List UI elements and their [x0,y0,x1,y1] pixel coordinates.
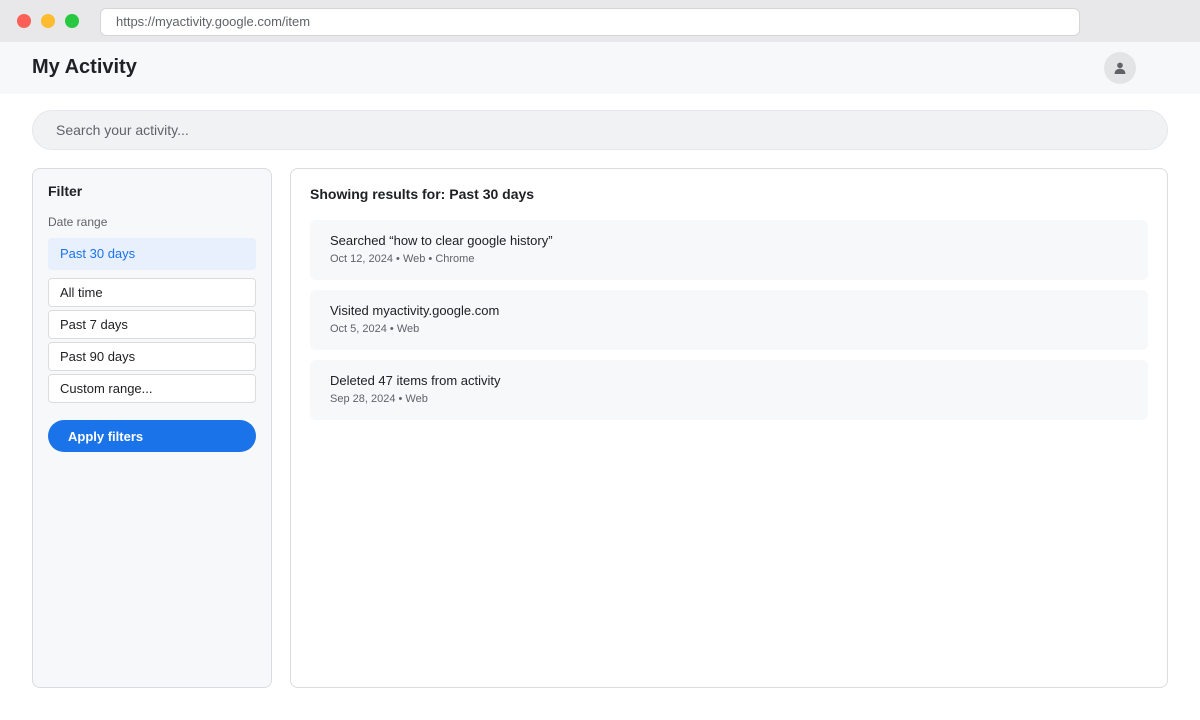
results-heading: Showing results for: Past 30 days [310,186,535,202]
address-bar[interactable]: https://myactivity.google.com/item [100,8,1080,36]
date-range-option-past-90-days[interactable]: Past 90 days [48,342,256,371]
activity-meta: Oct 5, 2024 • Web [330,323,420,335]
app-header: My Activity [0,42,1200,94]
browser-toolbar: https://myactivity.google.com/item [0,0,1200,42]
activity-meta: Oct 12, 2024 • Web • Chrome [330,253,475,265]
activity-title: Deleted 47 items from activity [330,373,501,388]
minimize-window-button[interactable] [41,14,55,28]
person-icon [1114,62,1126,74]
date-range-option-custom[interactable]: Custom range... [48,374,256,403]
close-window-button[interactable] [17,14,31,28]
activity-item[interactable]: Visited myactivity.google.com Oct 5, 202… [310,290,1148,350]
date-range-option-past-7-days[interactable]: Past 7 days [48,310,256,339]
filter-panel: Filter Date range Past 30 days All time … [32,168,272,688]
activity-meta: Sep 28, 2024 • Web [330,393,428,405]
activity-item[interactable]: Searched “how to clear google history” O… [310,220,1148,280]
search-bar [32,110,1168,150]
activity-title: Visited myactivity.google.com [330,303,500,318]
date-range-option-all-time[interactable]: All time [48,278,256,307]
maximize-window-button[interactable] [65,14,79,28]
date-range-label: Date range [48,215,108,229]
activity-title: Searched “how to clear google history” [330,233,553,248]
page-title: My Activity [32,56,137,78]
filter-title: Filter [48,183,83,199]
search-input[interactable] [33,111,1167,149]
results-panel: Showing results for: Past 30 days Search… [290,168,1168,688]
date-range-option-selected[interactable]: Past 30 days [48,238,256,270]
apply-filters-button[interactable]: Apply filters [48,420,256,452]
activity-item[interactable]: Deleted 47 items from activity Sep 28, 2… [310,360,1148,420]
avatar[interactable] [1104,52,1136,84]
